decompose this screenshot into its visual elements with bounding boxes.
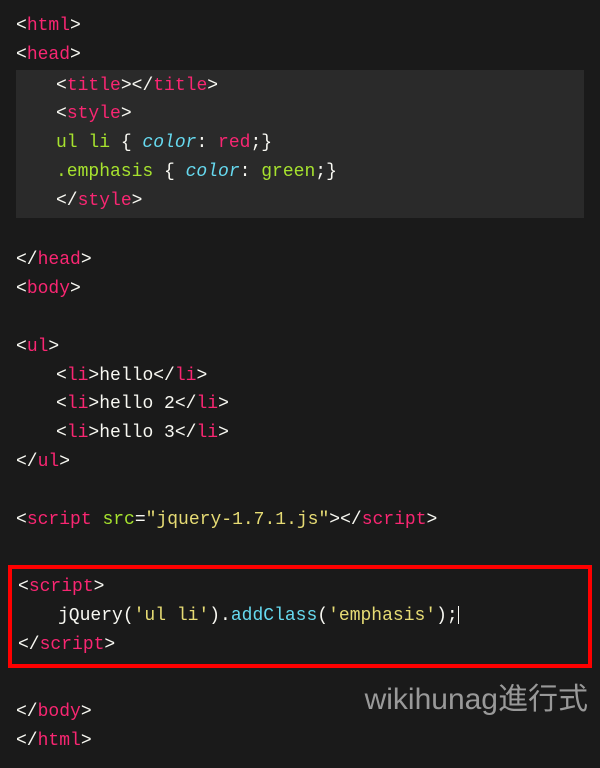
- code-line: </html>: [16, 727, 584, 756]
- code-editor[interactable]: <html> <head> <title></title> <style> ul…: [0, 0, 600, 768]
- code-line: <html>: [16, 12, 584, 41]
- blank-line: [16, 477, 584, 506]
- code-line: </script>: [18, 631, 582, 660]
- code-line: <head>: [16, 41, 584, 70]
- code-line: <li>hello</li>: [16, 362, 584, 391]
- blank-line: [16, 304, 584, 333]
- code-line: ul li { color: red;}: [16, 129, 584, 158]
- code-line: <body>: [16, 275, 584, 304]
- code-line: jQuery('ul li').addClass('emphasis');: [18, 602, 582, 631]
- code-line: <title></title>: [16, 72, 584, 101]
- code-line: <li>hello 2</li>: [16, 390, 584, 419]
- watermark-text: wikihunag進行式: [365, 676, 588, 724]
- highlighted-script-block: <script> jQuery('ul li').addClass('empha…: [8, 565, 592, 667]
- blank-line: [16, 534, 584, 563]
- code-line: <script src="jquery-1.7.1.js"></script>: [16, 506, 584, 535]
- code-line: <ul>: [16, 333, 584, 362]
- code-line: <li>hello 3</li>: [16, 419, 584, 448]
- code-line: <script>: [18, 573, 582, 602]
- code-line: <style>: [16, 100, 584, 129]
- code-line: </style>: [16, 187, 584, 216]
- code-line: .emphasis { color: green;}: [16, 158, 584, 187]
- highlighted-region: <title></title> <style> ul li { color: r…: [16, 70, 584, 218]
- code-line: </head>: [16, 246, 584, 275]
- blank-line: [16, 218, 584, 247]
- code-line: </ul>: [16, 448, 584, 477]
- text-cursor: [458, 606, 459, 624]
